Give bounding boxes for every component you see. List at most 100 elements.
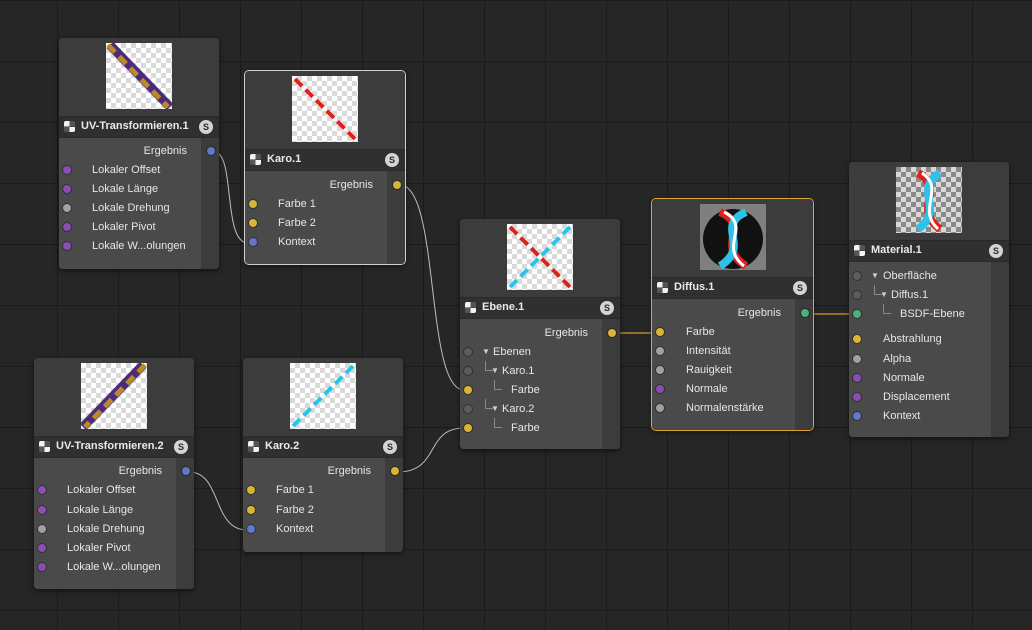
input-port[interactable]: [853, 291, 861, 299]
input-port[interactable]: [38, 544, 46, 552]
preview-thumbnail: [292, 76, 358, 142]
input-port[interactable]: [464, 405, 472, 413]
input-row: Farbe 1: [245, 195, 405, 214]
input-row: Lokale Drehung: [34, 520, 194, 539]
input-label: Lokale Länge: [92, 183, 159, 195]
input-row: Farbe: [652, 323, 813, 342]
tree-row-bsdf: BSDF-Ebene: [849, 304, 1009, 324]
input-port[interactable]: [853, 335, 861, 343]
node-ebene-1[interactable]: Ebene.1 S Ergebnis ▼ Ebenen ▼ Karo.1 Far…: [460, 219, 620, 449]
expand-triangle-icon[interactable]: ▼: [491, 404, 499, 413]
expand-triangle-icon[interactable]: ▼: [491, 366, 499, 375]
node-preview: [34, 358, 194, 436]
node-title-bar[interactable]: Ebene.1 S: [460, 297, 620, 319]
solo-s-icon[interactable]: S: [385, 153, 399, 167]
expand-triangle-icon[interactable]: ▼: [482, 347, 490, 356]
input-label: Lokaler Pivot: [67, 542, 131, 554]
input-row: Alpha: [849, 350, 1009, 369]
input-port[interactable]: [249, 238, 257, 246]
input-label: Farbe: [686, 326, 715, 338]
input-port[interactable]: [464, 348, 472, 356]
input-port[interactable]: [249, 219, 257, 227]
input-port[interactable]: [249, 200, 257, 208]
input-port[interactable]: [656, 404, 664, 412]
input-port[interactable]: [853, 393, 861, 401]
wire-karo1-to-ebene1: [399, 184, 465, 391]
node-title: Material.1: [871, 244, 922, 256]
solo-s-icon[interactable]: S: [600, 301, 614, 315]
solo-s-icon[interactable]: S: [989, 244, 1003, 258]
input-port[interactable]: [853, 374, 861, 382]
input-label: Lokale Drehung: [67, 523, 145, 535]
input-port[interactable]: [464, 386, 472, 394]
output-port[interactable]: [801, 309, 809, 317]
tree-row-karo2: ▼ Karo.2: [460, 399, 620, 419]
input-port[interactable]: [656, 347, 664, 355]
node-title-bar[interactable]: Material.1 S: [849, 240, 1009, 262]
tree-row-karo1: ▼ Karo.1: [460, 361, 620, 381]
output-row: Ergebnis: [460, 324, 620, 343]
output-row: Ergebnis: [652, 304, 813, 323]
solo-s-icon[interactable]: S: [793, 281, 807, 295]
input-port[interactable]: [656, 366, 664, 374]
node-uv-transformieren-2[interactable]: UV-Transformieren.2 S Ergebnis Lokaler O…: [34, 358, 194, 589]
wire-uv2-to-karo2: [188, 471, 248, 531]
node-material-1[interactable]: Material.1 S ▼ Oberfläche ▼ Diffus.1 BSD…: [849, 162, 1009, 437]
input-port[interactable]: [63, 242, 71, 250]
input-port[interactable]: [247, 486, 255, 494]
output-port[interactable]: [207, 147, 215, 155]
input-port[interactable]: [853, 272, 861, 280]
input-port[interactable]: [247, 525, 255, 533]
input-port[interactable]: [656, 385, 664, 393]
input-row: Abstrahlung: [849, 330, 1009, 349]
input-port[interactable]: [38, 563, 46, 571]
output-port[interactable]: [182, 467, 190, 475]
output-port[interactable]: [391, 467, 399, 475]
input-row: Lokale W...olungen: [59, 237, 219, 256]
shader-node-icon: [250, 154, 261, 165]
output-label: Ergebnis: [143, 145, 187, 157]
input-row: Farbe 2: [245, 214, 405, 233]
input-port[interactable]: [656, 328, 664, 336]
input-port[interactable]: [853, 412, 861, 420]
input-port[interactable]: [853, 310, 861, 318]
output-port[interactable]: [608, 329, 616, 337]
node-uv-transformieren-1[interactable]: UV-Transformieren.1 S Ergebnis Lokaler O…: [59, 38, 219, 269]
output-row: Ergebnis: [34, 462, 194, 481]
tree-label: Ebenen: [493, 346, 531, 358]
node-karo-2[interactable]: Karo.2 S Ergebnis Farbe 1 Farbe 2 Kontex…: [243, 358, 403, 552]
solo-s-icon[interactable]: S: [174, 440, 188, 454]
input-label: Farbe 2: [278, 217, 316, 229]
output-port[interactable]: [393, 181, 401, 189]
node-title-bar[interactable]: UV-Transformieren.2 S: [34, 436, 194, 458]
input-port[interactable]: [853, 355, 861, 363]
solo-s-icon[interactable]: S: [199, 120, 213, 134]
input-port[interactable]: [464, 367, 472, 375]
preview-sphere: [699, 204, 766, 270]
input-port[interactable]: [63, 223, 71, 231]
input-row: Intensität: [652, 342, 813, 361]
output-row: Ergebnis: [245, 176, 405, 195]
expand-triangle-icon[interactable]: ▼: [871, 271, 879, 280]
node-title-bar[interactable]: Karo.2 S: [243, 436, 403, 458]
input-port[interactable]: [464, 424, 472, 432]
preview-thumbnail: [81, 363, 147, 429]
node-karo-1[interactable]: Karo.1 S Ergebnis Farbe 1 Farbe 2 Kontex…: [244, 70, 406, 265]
node-title-bar[interactable]: Karo.1 S: [245, 149, 405, 171]
node-diffus-1[interactable]: Diffus.1 S Ergebnis Farbe Intensität Rau…: [651, 198, 814, 431]
expand-triangle-icon[interactable]: ▼: [880, 290, 888, 299]
input-port[interactable]: [38, 525, 46, 533]
input-port[interactable]: [63, 185, 71, 193]
input-port[interactable]: [38, 486, 46, 494]
node-title-bar[interactable]: Diffus.1 S: [652, 277, 813, 299]
solo-s-icon[interactable]: S: [383, 440, 397, 454]
node-title-bar[interactable]: UV-Transformieren.1 S: [59, 116, 219, 138]
input-row: Lokaler Offset: [34, 481, 194, 500]
input-row: Displacement: [849, 388, 1009, 407]
input-port[interactable]: [247, 506, 255, 514]
input-row: Lokale W...olungen: [34, 558, 194, 577]
input-port[interactable]: [63, 204, 71, 212]
input-port[interactable]: [63, 166, 71, 174]
tree-label: BSDF-Ebene: [900, 308, 965, 320]
input-port[interactable]: [38, 506, 46, 514]
